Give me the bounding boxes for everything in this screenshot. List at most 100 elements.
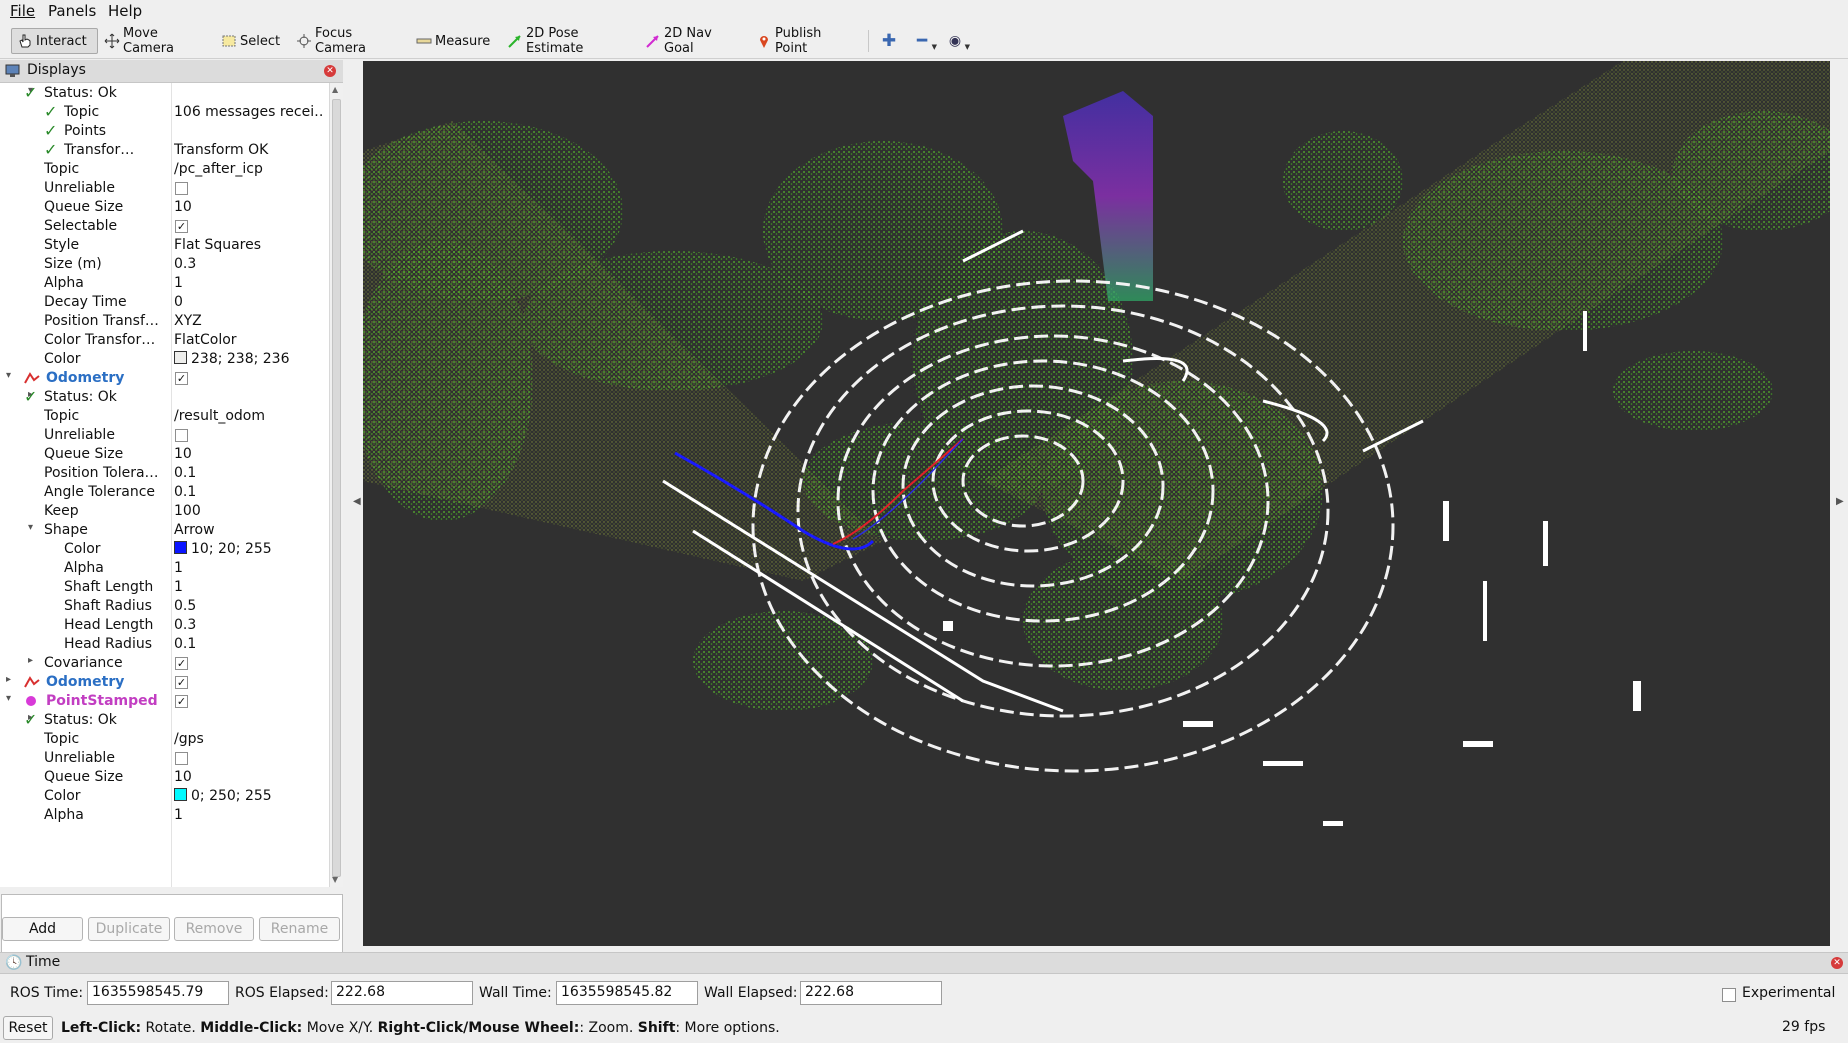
close-icon[interactable]: ✕ <box>1831 957 1843 969</box>
tree-row[interactable]: Head Length 0.3 <box>0 616 329 635</box>
expand-right-icon[interactable]: ▸ <box>28 655 33 666</box>
property-value[interactable]: 1 <box>174 807 324 823</box>
tree-row[interactable]: Queue Size 10 <box>0 198 329 217</box>
tree-row[interactable]: ✓ Points <box>0 121 329 141</box>
tree-row[interactable]: Shaft Length 1 <box>0 578 329 597</box>
wall-elapsed-field[interactable]: 222.68 <box>800 981 942 1005</box>
property-value[interactable]: 10 <box>174 769 324 785</box>
tree-row[interactable]: ✓ Transfor… Transform OK <box>0 140 329 160</box>
property-checkbox[interactable] <box>175 182 188 195</box>
tree-row[interactable]: Topic/gps <box>0 730 329 749</box>
tree-row[interactable]: Topic/result_odom <box>0 407 329 426</box>
property-checkbox[interactable]: ✓ <box>175 657 188 670</box>
render-viewport[interactable] <box>363 61 1830 946</box>
tree-row[interactable]: Selectable ✓ <box>0 217 329 236</box>
scroll-up-icon[interactable]: ▲ <box>332 85 338 94</box>
expand-right-icon[interactable]: ▸ <box>6 674 11 685</box>
property-value[interactable]: 0; 250; 255 <box>174 788 324 804</box>
tree-row[interactable]: Size (m) 0.3 <box>0 255 329 274</box>
tree-row[interactable]: Style Flat Squares <box>0 236 329 255</box>
close-icon[interactable]: ✕ <box>324 65 336 77</box>
tree-row[interactable]: Keep 100 <box>0 502 329 521</box>
property-value[interactable]: Flat Squares <box>174 237 324 253</box>
property-value[interactable]: Transform OK <box>174 142 324 158</box>
property-value[interactable]: XYZ <box>174 313 324 329</box>
interact-tool-button[interactable]: Interact <box>11 28 98 54</box>
property-value[interactable]: 10 <box>174 446 324 462</box>
property-value[interactable]: /pc_after_icp <box>174 161 324 177</box>
tree-row[interactable]: Unreliable <box>0 426 329 445</box>
property-value[interactable]: 0.1 <box>174 465 324 481</box>
tree-row[interactable]: Position Transf… XYZ <box>0 312 329 331</box>
property-value[interactable]: Arrow <box>174 522 324 538</box>
property-value[interactable]: 10; 20; 255 <box>174 541 324 557</box>
move-camera-button[interactable]: Move Camera <box>99 26 199 56</box>
property-value[interactable]: 100 <box>174 503 324 519</box>
tree-row[interactable]: Alpha 1 <box>0 274 329 293</box>
property-value[interactable]: 1 <box>174 579 324 595</box>
remove-tool-button[interactable]: ━ ▼ <box>911 30 937 52</box>
property-value[interactable]: 0.1 <box>174 484 324 500</box>
view-options-button[interactable]: ◉ ▼ <box>944 30 970 52</box>
ros-time-field[interactable]: 1635598545.79 <box>87 981 229 1005</box>
property-checkbox[interactable]: ✓ <box>175 695 188 708</box>
expand-down-icon[interactable]: ▾ <box>28 522 33 533</box>
property-value[interactable]: FlatColor <box>174 332 324 348</box>
tree-row[interactable]: Unreliable <box>0 179 329 198</box>
tree-row[interactable]: Alpha 1 <box>0 559 329 578</box>
remove-button[interactable]: Remove <box>174 917 254 941</box>
collapse-left-icon[interactable]: ◀ <box>353 496 361 507</box>
collapse-right-icon[interactable]: ▶ <box>1836 496 1844 507</box>
tree-row[interactable]: Shaft Radius 0.5 <box>0 597 329 616</box>
property-checkbox[interactable]: ✓ <box>175 372 188 385</box>
property-checkbox[interactable]: ✓ <box>175 676 188 689</box>
tree-row[interactable]: ▸ Covariance ✓ <box>0 654 329 673</box>
tree-row[interactable]: ▾ ✓ Status: Ok <box>0 83 329 103</box>
tree-row[interactable]: Decay Time 0 <box>0 293 329 312</box>
property-value[interactable]: 0 <box>174 294 324 310</box>
property-checkbox[interactable] <box>175 429 188 442</box>
property-value[interactable]: /result_odom <box>174 408 324 424</box>
tree-row[interactable]: ▾ PointStamped ✓ <box>0 692 329 711</box>
tree-row[interactable]: Position Tolera… 0.1 <box>0 464 329 483</box>
property-value[interactable]: 238; 238; 236 <box>174 351 324 367</box>
expand-down-icon[interactable]: ▾ <box>6 693 11 704</box>
duplicate-button[interactable]: Duplicate <box>88 917 170 941</box>
property-value[interactable]: 10 <box>174 199 324 215</box>
tree-row[interactable]: Color 0; 250; 255 <box>0 787 329 806</box>
color-swatch[interactable] <box>174 788 187 801</box>
property-checkbox[interactable] <box>175 752 188 765</box>
tree-row[interactable]: Unreliable <box>0 749 329 768</box>
tree-row[interactable]: ✓ Topic 106 messages recei… <box>0 102 329 122</box>
scroll-thumb[interactable] <box>332 99 341 877</box>
color-swatch[interactable] <box>174 351 187 364</box>
menu-help[interactable]: Help <box>108 2 142 20</box>
property-value[interactable]: 0.3 <box>174 617 324 633</box>
menu-panels[interactable]: Panels <box>48 2 96 20</box>
property-value[interactable]: 1 <box>174 275 324 291</box>
tree-row[interactable]: Color Transfor… FlatColor <box>0 331 329 350</box>
experimental-checkbox[interactable] <box>1722 988 1736 1002</box>
tree-row[interactable]: ▾ Odometry ✓ <box>0 369 329 388</box>
tree-row[interactable]: Alpha 1 <box>0 806 329 825</box>
publish-point-button[interactable]: Publish Point <box>751 26 851 56</box>
tree-row[interactable]: ▸ ✓ Status: Ok <box>0 710 329 730</box>
tree-row[interactable]: Angle Tolerance 0.1 <box>0 483 329 502</box>
wall-time-field[interactable]: 1635598545.82 <box>556 981 698 1005</box>
nav-goal-button[interactable]: 2D Nav Goal <box>640 26 740 56</box>
select-button[interactable]: Select <box>216 28 282 54</box>
property-value[interactable]: 0.3 <box>174 256 324 272</box>
tree-scrollbar[interactable]: ▲ ▼ <box>329 83 343 887</box>
tree-row[interactable]: Color 10; 20; 255 <box>0 540 329 559</box>
tree-row[interactable]: Queue Size 10 <box>0 445 329 464</box>
measure-button[interactable]: Measure <box>411 28 493 54</box>
property-checkbox[interactable]: ✓ <box>175 220 188 233</box>
focus-camera-button[interactable]: Focus Camera <box>291 26 397 56</box>
property-value[interactable]: /gps <box>174 731 324 747</box>
add-tool-button[interactable]: ✚ <box>878 30 900 52</box>
tree-row[interactable]: Color 238; 238; 236 <box>0 350 329 369</box>
menu-file[interactable]: File <box>10 2 35 20</box>
tree-row[interactable]: ▾ Shape Arrow <box>0 521 329 540</box>
add-button[interactable]: Add <box>2 917 83 941</box>
expand-down-icon[interactable]: ▾ <box>6 370 11 381</box>
